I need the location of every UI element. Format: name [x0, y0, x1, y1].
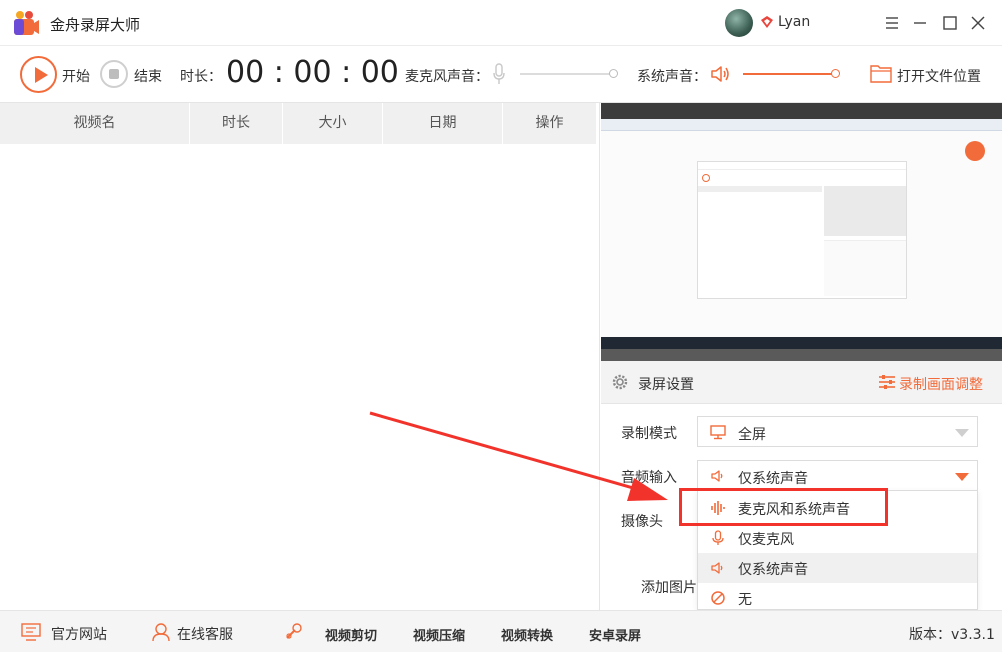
stop-button[interactable]: [100, 60, 128, 88]
preview-floating-ball: [965, 141, 985, 161]
gear-icon: [612, 374, 628, 390]
folder-icon[interactable]: [870, 63, 892, 83]
mic-volume-label: 麦克风声音：: [405, 69, 489, 85]
system-volume-slider[interactable]: [743, 73, 835, 75]
website-icon[interactable]: [20, 622, 42, 642]
duration-label: 时长：: [180, 69, 222, 85]
audio-input-select[interactable]: 仅系统声音: [697, 460, 978, 491]
preview-thumb: [824, 186, 906, 236]
audio-option-label: 麦克风和系统声音: [738, 502, 850, 518]
tools-icon[interactable]: [283, 622, 305, 642]
mic-volume-slider[interactable]: [520, 73, 612, 75]
mic-volume-handle[interactable]: [609, 69, 618, 78]
preview-table-header: [698, 186, 822, 192]
audio-option-system-only[interactable]: 仅系统声音: [698, 553, 977, 583]
audio-option-none[interactable]: 无: [698, 583, 977, 613]
system-volume-label: 系统声音：: [637, 69, 707, 85]
start-button[interactable]: [20, 56, 57, 93]
preview-top-strip: [601, 103, 1002, 119]
column-header-actions: 操作: [535, 115, 564, 131]
camera-label: 摄像头: [621, 514, 663, 530]
open-folder-button[interactable]: 打开文件位置: [897, 66, 981, 86]
column-header-name: 视频名: [0, 103, 190, 144]
video-convert-link[interactable]: 视频转换: [501, 625, 553, 644]
preview-start-dot: [702, 174, 710, 182]
record-mode-value: 全屏: [738, 427, 766, 443]
app-logo-icon: [14, 11, 39, 35]
stop-label[interactable]: 结束: [134, 66, 162, 86]
sound-wave-icon: [711, 501, 725, 515]
video-cut-link[interactable]: 视频剪切: [325, 625, 377, 644]
online-support-link[interactable]: 在线客服: [177, 624, 233, 644]
audio-option-mic-only[interactable]: 仅麦克风: [698, 523, 977, 553]
menu-icon[interactable]: [882, 13, 902, 33]
microphone-icon[interactable]: [492, 63, 506, 85]
microphone-icon: [712, 530, 724, 545]
prohibited-icon: [711, 591, 725, 605]
preview-app-titlebar: [698, 162, 906, 170]
chevron-down-icon: [955, 429, 969, 437]
audio-option-label: 无: [738, 592, 752, 608]
table-header: 视频名 时长 大小 日期 操作: [0, 103, 596, 144]
username[interactable]: Lyan: [778, 14, 810, 30]
timer-display: 00 : 00 : 00: [226, 55, 399, 90]
system-volume-handle[interactable]: [831, 69, 840, 78]
settings-header: 录屏设置 录制画面调整: [601, 361, 1002, 404]
chevron-down-icon: [955, 473, 969, 481]
preview-browser-tabs: [601, 119, 1002, 131]
start-label[interactable]: 开始: [62, 66, 90, 86]
maximize-icon[interactable]: [940, 13, 960, 33]
recording-toolbar: 开始 结束 时长： 00 : 00 : 00 麦克风声音： 系统声音： 打开文件…: [0, 46, 1002, 103]
app-title: 金舟录屏大师: [50, 16, 141, 34]
preview-settings: [824, 240, 906, 296]
record-mode-label: 录制模式: [621, 426, 677, 442]
avatar[interactable]: [725, 9, 753, 37]
speaker-icon[interactable]: [709, 63, 731, 85]
customer-service-icon[interactable]: [150, 622, 172, 642]
minimize-icon[interactable]: [910, 13, 930, 33]
video-list: 视频名 时长 大小 日期 操作: [0, 103, 600, 610]
audio-input-label: 音频输入: [621, 470, 677, 486]
speaker-icon: [711, 562, 723, 574]
preview-app-window: [697, 161, 907, 299]
close-icon[interactable]: [968, 13, 988, 33]
audio-option-label: 仅系统声音: [738, 562, 808, 578]
preview-screen: [601, 119, 1002, 337]
speaker-icon: [711, 470, 723, 482]
monitor-icon: [710, 425, 726, 440]
vip-diamond-icon: [761, 16, 773, 28]
audio-input-dropdown: 麦克风和系统声音 仅麦克风 仅系统声音 无: [697, 490, 978, 610]
android-record-link[interactable]: 安卓录屏: [589, 625, 641, 644]
audio-input-value: 仅系统声音: [738, 471, 808, 487]
version-label: 版本：v3.3.1: [909, 627, 995, 643]
audio-option-mic-and-system[interactable]: 麦克风和系统声音: [698, 493, 977, 523]
column-header-size: 大小: [283, 103, 383, 144]
record-mode-select[interactable]: 全屏: [697, 416, 978, 447]
audio-option-label: 仅麦克风: [738, 532, 794, 548]
screen-preview: [601, 103, 1002, 361]
adjust-capture-button[interactable]: 录制画面调整: [899, 374, 983, 394]
sliders-icon[interactable]: [878, 374, 896, 390]
add-image-label[interactable]: 添加图片: [641, 577, 697, 597]
footer: 官方网站 在线客服 视频剪切 视频压缩 视频转换 安卓录屏 版本：v3.3.1: [0, 610, 1002, 652]
column-header-date: 日期: [383, 103, 503, 144]
settings-title: 录屏设置: [638, 377, 694, 393]
video-compress-link[interactable]: 视频压缩: [413, 625, 465, 644]
column-header-duration: 时长: [190, 103, 283, 144]
preview-taskbar: [601, 337, 1002, 349]
title-bar: 金舟录屏大师 Lyan: [0, 0, 1002, 46]
official-website-link[interactable]: 官方网站: [51, 624, 107, 644]
